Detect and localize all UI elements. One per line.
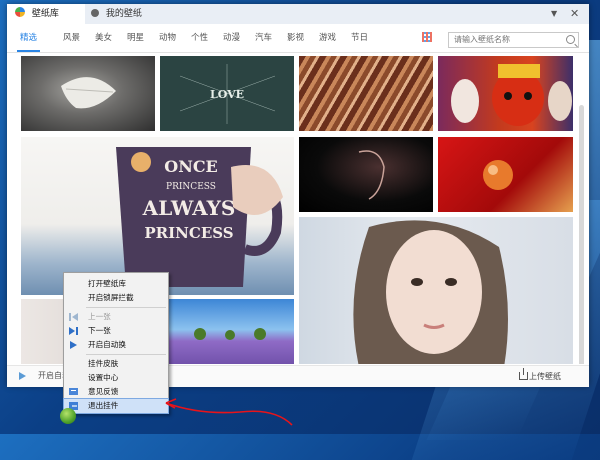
red-annotation-arrow (165, 398, 293, 426)
